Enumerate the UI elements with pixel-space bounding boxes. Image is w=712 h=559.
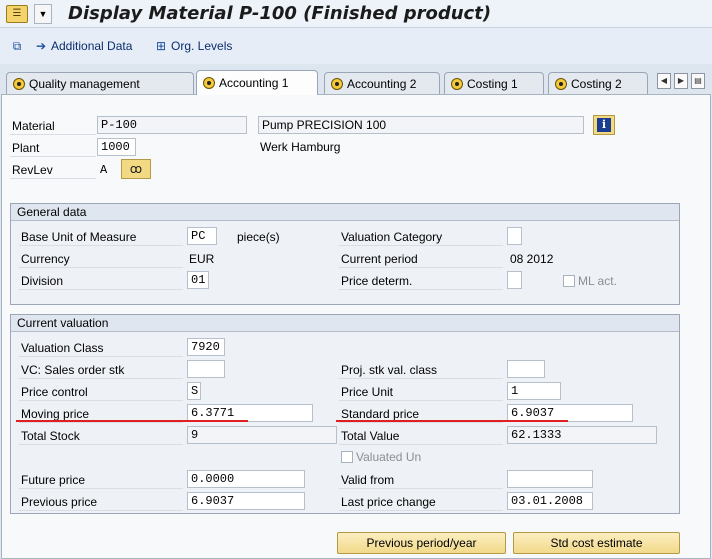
tab-label: Costing 1 — [467, 76, 518, 91]
valid-from-label: Valid from — [339, 471, 503, 489]
division-label: Division — [19, 272, 183, 290]
revlev-label: RevLev — [10, 161, 96, 179]
valuation-class-field[interactable]: 7920 — [187, 338, 225, 356]
menu-dropdown-arrow[interactable]: ▼ — [34, 4, 52, 24]
tab-status-icon — [555, 77, 567, 90]
ml-act-checkbox[interactable] — [563, 275, 575, 287]
vc-sales-order-field[interactable] — [187, 360, 225, 378]
plant-label: Plant — [10, 139, 96, 157]
standard-price-highlight-underline — [336, 420, 568, 422]
tab-status-icon — [203, 77, 215, 89]
tab-label: Quality management — [29, 76, 140, 91]
tab-label: Costing 2 — [571, 76, 622, 91]
tab-status-icon — [451, 77, 463, 90]
base-uom-label: Base Unit of Measure — [19, 228, 183, 246]
tab-label: Accounting 2 — [347, 76, 417, 91]
current-valuation-group: Current valuation Valuation Class 7920 V… — [10, 314, 680, 514]
tabstrip: Quality management Accounting 1 Accounti… — [0, 70, 712, 95]
ml-act-label: ML act. — [578, 274, 617, 288]
material-label: Material — [10, 117, 96, 135]
total-value-field[interactable]: 62.1333 — [507, 426, 657, 444]
tab-list-icon[interactable]: ▤ — [691, 73, 705, 89]
previous-period-button[interactable]: Previous period/year — [337, 532, 506, 554]
proj-stk-val-class-field[interactable] — [507, 360, 545, 378]
switch-view-icon: ⧉ — [12, 39, 22, 53]
price-control-label: Price control — [19, 383, 183, 401]
base-uom-description: piece(s) — [237, 230, 280, 244]
current-period-label: Current period — [339, 250, 503, 268]
general-data-group: General data Base Unit of Measure PC pie… — [10, 203, 680, 305]
application-toolbar: ⧉ ➔ Additional Data ⊞ Org. Levels — [0, 28, 712, 64]
valuated-un-checkbox[interactable] — [341, 451, 353, 463]
tab-quality-management[interactable]: Quality management — [6, 72, 194, 94]
total-stock-label: Total Stock — [19, 427, 183, 445]
price-unit-field[interactable]: 1 — [507, 382, 561, 400]
general-data-title: General data — [11, 204, 679, 221]
division-field[interactable]: 01 — [187, 271, 209, 289]
page-title: Display Material P-100 (Finished product… — [68, 3, 492, 24]
last-price-change-field[interactable]: 03.01.2008 — [507, 492, 593, 510]
material-description-field[interactable]: Pump PRECISION 100 — [258, 116, 584, 134]
valuation-category-field[interactable] — [507, 227, 522, 245]
material-field[interactable]: P-100 — [97, 116, 247, 134]
tab-costing-2[interactable]: Costing 2 — [548, 72, 648, 94]
revision-glasses-button[interactable]: ꝏ — [121, 159, 151, 179]
plant-description: Werk Hamburg — [260, 140, 341, 154]
revlev-value: A — [100, 163, 108, 177]
tab-label: Accounting 1 — [219, 76, 289, 90]
price-control-field[interactable]: S — [187, 382, 201, 400]
valid-from-field[interactable] — [507, 470, 593, 488]
total-stock-field[interactable]: 9 — [187, 426, 337, 444]
previous-price-field[interactable]: 6.9037 — [187, 492, 305, 510]
price-unit-label: Price Unit — [339, 383, 503, 401]
moving-price-highlight-underline — [16, 420, 248, 422]
other-material-button[interactable]: ⧉ — [10, 38, 24, 54]
valuation-category-label: Valuation Category — [339, 228, 503, 246]
proj-stk-val-class-label: Proj. stk val. class — [339, 361, 503, 379]
org-levels-button[interactable]: ⊞ Org. Levels — [154, 38, 232, 54]
valuated-un-label: Valuated Un — [356, 450, 422, 464]
info-icon: i — [597, 118, 611, 132]
current-period-value: 08 2012 — [510, 252, 554, 266]
app-menu-icon[interactable]: ☰ — [6, 5, 28, 23]
info-button[interactable]: i — [593, 115, 615, 135]
vc-sales-order-label: VC: Sales order stk — [19, 361, 183, 379]
total-value-label: Total Value — [339, 427, 503, 445]
std-cost-estimate-button[interactable]: Std cost estimate — [513, 532, 680, 554]
base-uom-field[interactable]: PC — [187, 227, 217, 245]
title-bar: ☰ ▼ Display Material P-100 (Finished pro… — [0, 0, 712, 28]
current-valuation-title: Current valuation — [11, 315, 679, 332]
org-levels-label: Org. Levels — [171, 39, 233, 53]
future-price-label: Future price — [19, 471, 183, 489]
additional-data-button[interactable]: ➔ Additional Data — [34, 38, 132, 54]
tab-scroll-left-icon[interactable]: ◀ — [657, 73, 671, 89]
previous-price-label: Previous price — [19, 493, 183, 511]
last-price-change-label: Last price change — [339, 493, 503, 511]
price-determ-label: Price determ. — [339, 272, 503, 290]
price-determ-field[interactable] — [507, 271, 522, 289]
currency-label: Currency — [19, 250, 183, 268]
tab-accounting-2[interactable]: Accounting 2 — [324, 72, 440, 94]
arrow-right-icon: ➔ — [35, 39, 47, 53]
glasses-icon: ꝏ — [129, 162, 143, 176]
plant-field[interactable]: 1000 — [97, 138, 136, 156]
tab-content-panel: Material P-100 Pump PRECISION 100 i Plan… — [1, 94, 711, 559]
tab-scroll-right-icon[interactable]: ▶ — [674, 73, 688, 89]
hierarchy-icon: ⊞ — [155, 39, 167, 53]
currency-value: EUR — [189, 252, 215, 266]
tab-status-icon — [331, 77, 343, 90]
additional-data-label: Additional Data — [51, 39, 133, 53]
tab-accounting-1[interactable]: Accounting 1 — [196, 70, 318, 95]
tab-costing-1[interactable]: Costing 1 — [444, 72, 544, 94]
valuation-class-label: Valuation Class — [19, 339, 183, 357]
future-price-field[interactable]: 0.0000 — [187, 470, 305, 488]
tab-status-icon — [13, 77, 25, 90]
